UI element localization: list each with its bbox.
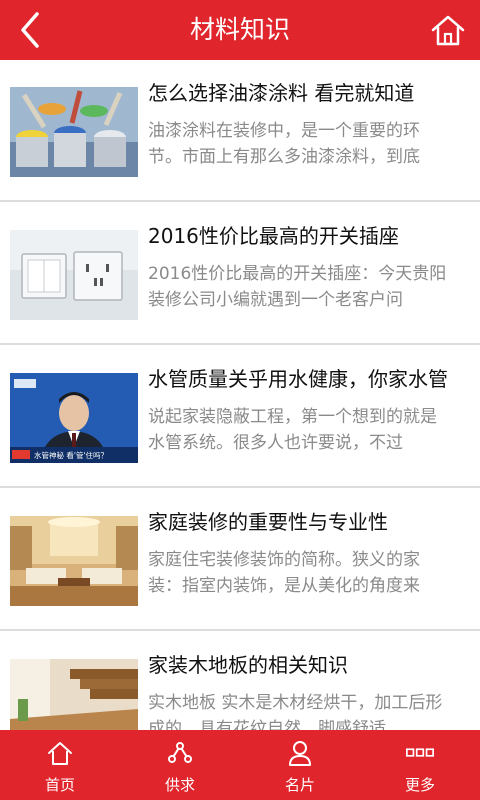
- paint-cans-image: [10, 87, 138, 177]
- tv-news-image: 水管神秘 看'管'住吗？: [10, 373, 138, 463]
- more-squares-icon: [406, 748, 434, 757]
- switch-socket-image: [10, 230, 138, 320]
- article-title: 水管质量关乎用水健康，你家水管: [148, 367, 448, 391]
- article-title: 怎么选择油漆涂料 看完就知道: [148, 81, 415, 105]
- home-button[interactable]: [424, 6, 472, 54]
- nav-label: 首页: [44, 776, 75, 794]
- nav-item-home[interactable]: 首页: [0, 730, 120, 800]
- nav-item-more[interactable]: 更多: [360, 730, 480, 800]
- article-summary: 实木地板 实木是木材经烘干，加工后形成的，具有花纹自然，脚感舒适: [148, 693, 443, 730]
- nav-item-supply-demand[interactable]: 供求: [120, 730, 240, 800]
- list-item[interactable]: 2016性价比最高的开关插座 2016性价比最高的开关插座：今天贵阳装修公司小编…: [0, 203, 480, 345]
- article-thumbnail: [10, 659, 138, 730]
- article-list: 怎么选择油漆涂料 看完就知道 油漆涂料在装修中，是一个重要的环节。市面上有那么多…: [0, 60, 480, 730]
- living-room-image: [10, 516, 138, 606]
- person-icon: [289, 741, 311, 766]
- article-summary: 家庭住宅装修装饰的简称。狭义的家装：指室内装饰，是从美化的角度来: [148, 550, 420, 596]
- article-title: 家装木地板的相关知识: [148, 653, 348, 677]
- article-summary: 2016性价比最高的开关插座：今天贵阳装修公司小编就遇到一个老客户问: [148, 264, 447, 310]
- article-summary: 说起家装隐蔽工程，第一个想到的就是水管系统。很多人也许要说，不过: [148, 407, 437, 453]
- nav-item-business-card[interactable]: 名片: [240, 730, 360, 800]
- list-item[interactable]: 水管神秘 看'管'住吗？ 水管质量关乎用水健康，你家水管 说起家装隐蔽工程，第一…: [0, 346, 480, 488]
- article-thumbnail: [10, 516, 138, 606]
- share-nodes-icon: [168, 742, 192, 763]
- article-thumbnail: [10, 87, 138, 177]
- list-item[interactable]: 家装木地板的相关知识 实木地板 实木是木材经烘干，加工后形成的，具有花纹自然，脚…: [0, 632, 480, 730]
- list-item[interactable]: 怎么选择油漆涂料 看完就知道 油漆涂料在装修中，是一个重要的环节。市面上有那么多…: [0, 60, 480, 202]
- article-thumbnail: 水管神秘 看'管'住吗？: [10, 373, 138, 463]
- article-title: 家庭装修的重要性与专业性: [148, 510, 388, 534]
- wood-floor-image: [10, 659, 138, 730]
- home-icon: [431, 15, 465, 46]
- header-bar: 材料知识: [0, 0, 480, 60]
- home-outline-icon: [48, 742, 72, 765]
- article-summary: 油漆涂料在装修中，是一个重要的环节。市面上有那么多油漆涂料，到底: [148, 121, 420, 167]
- article-title: 2016性价比最高的开关插座: [148, 224, 399, 248]
- bottom-nav: 首页 供求 名片 更多: [0, 730, 480, 800]
- list-item[interactable]: 家庭装修的重要性与专业性 家庭住宅装修装饰的简称。狭义的家装：指室内装饰，是从美…: [0, 489, 480, 631]
- nav-label: 供求: [164, 776, 195, 794]
- app-screen: 材料知识 怎么选择油漆涂料 看完就知道 油漆涂料在装修中，是一个重要的环节。市面…: [0, 0, 480, 800]
- thumbnail-caption: 水管神秘 看'管'住吗？: [34, 450, 108, 460]
- nav-label: 名片: [284, 776, 315, 794]
- nav-label: 更多: [404, 776, 435, 794]
- article-thumbnail: [10, 230, 138, 320]
- page-title: 材料知识: [189, 15, 290, 44]
